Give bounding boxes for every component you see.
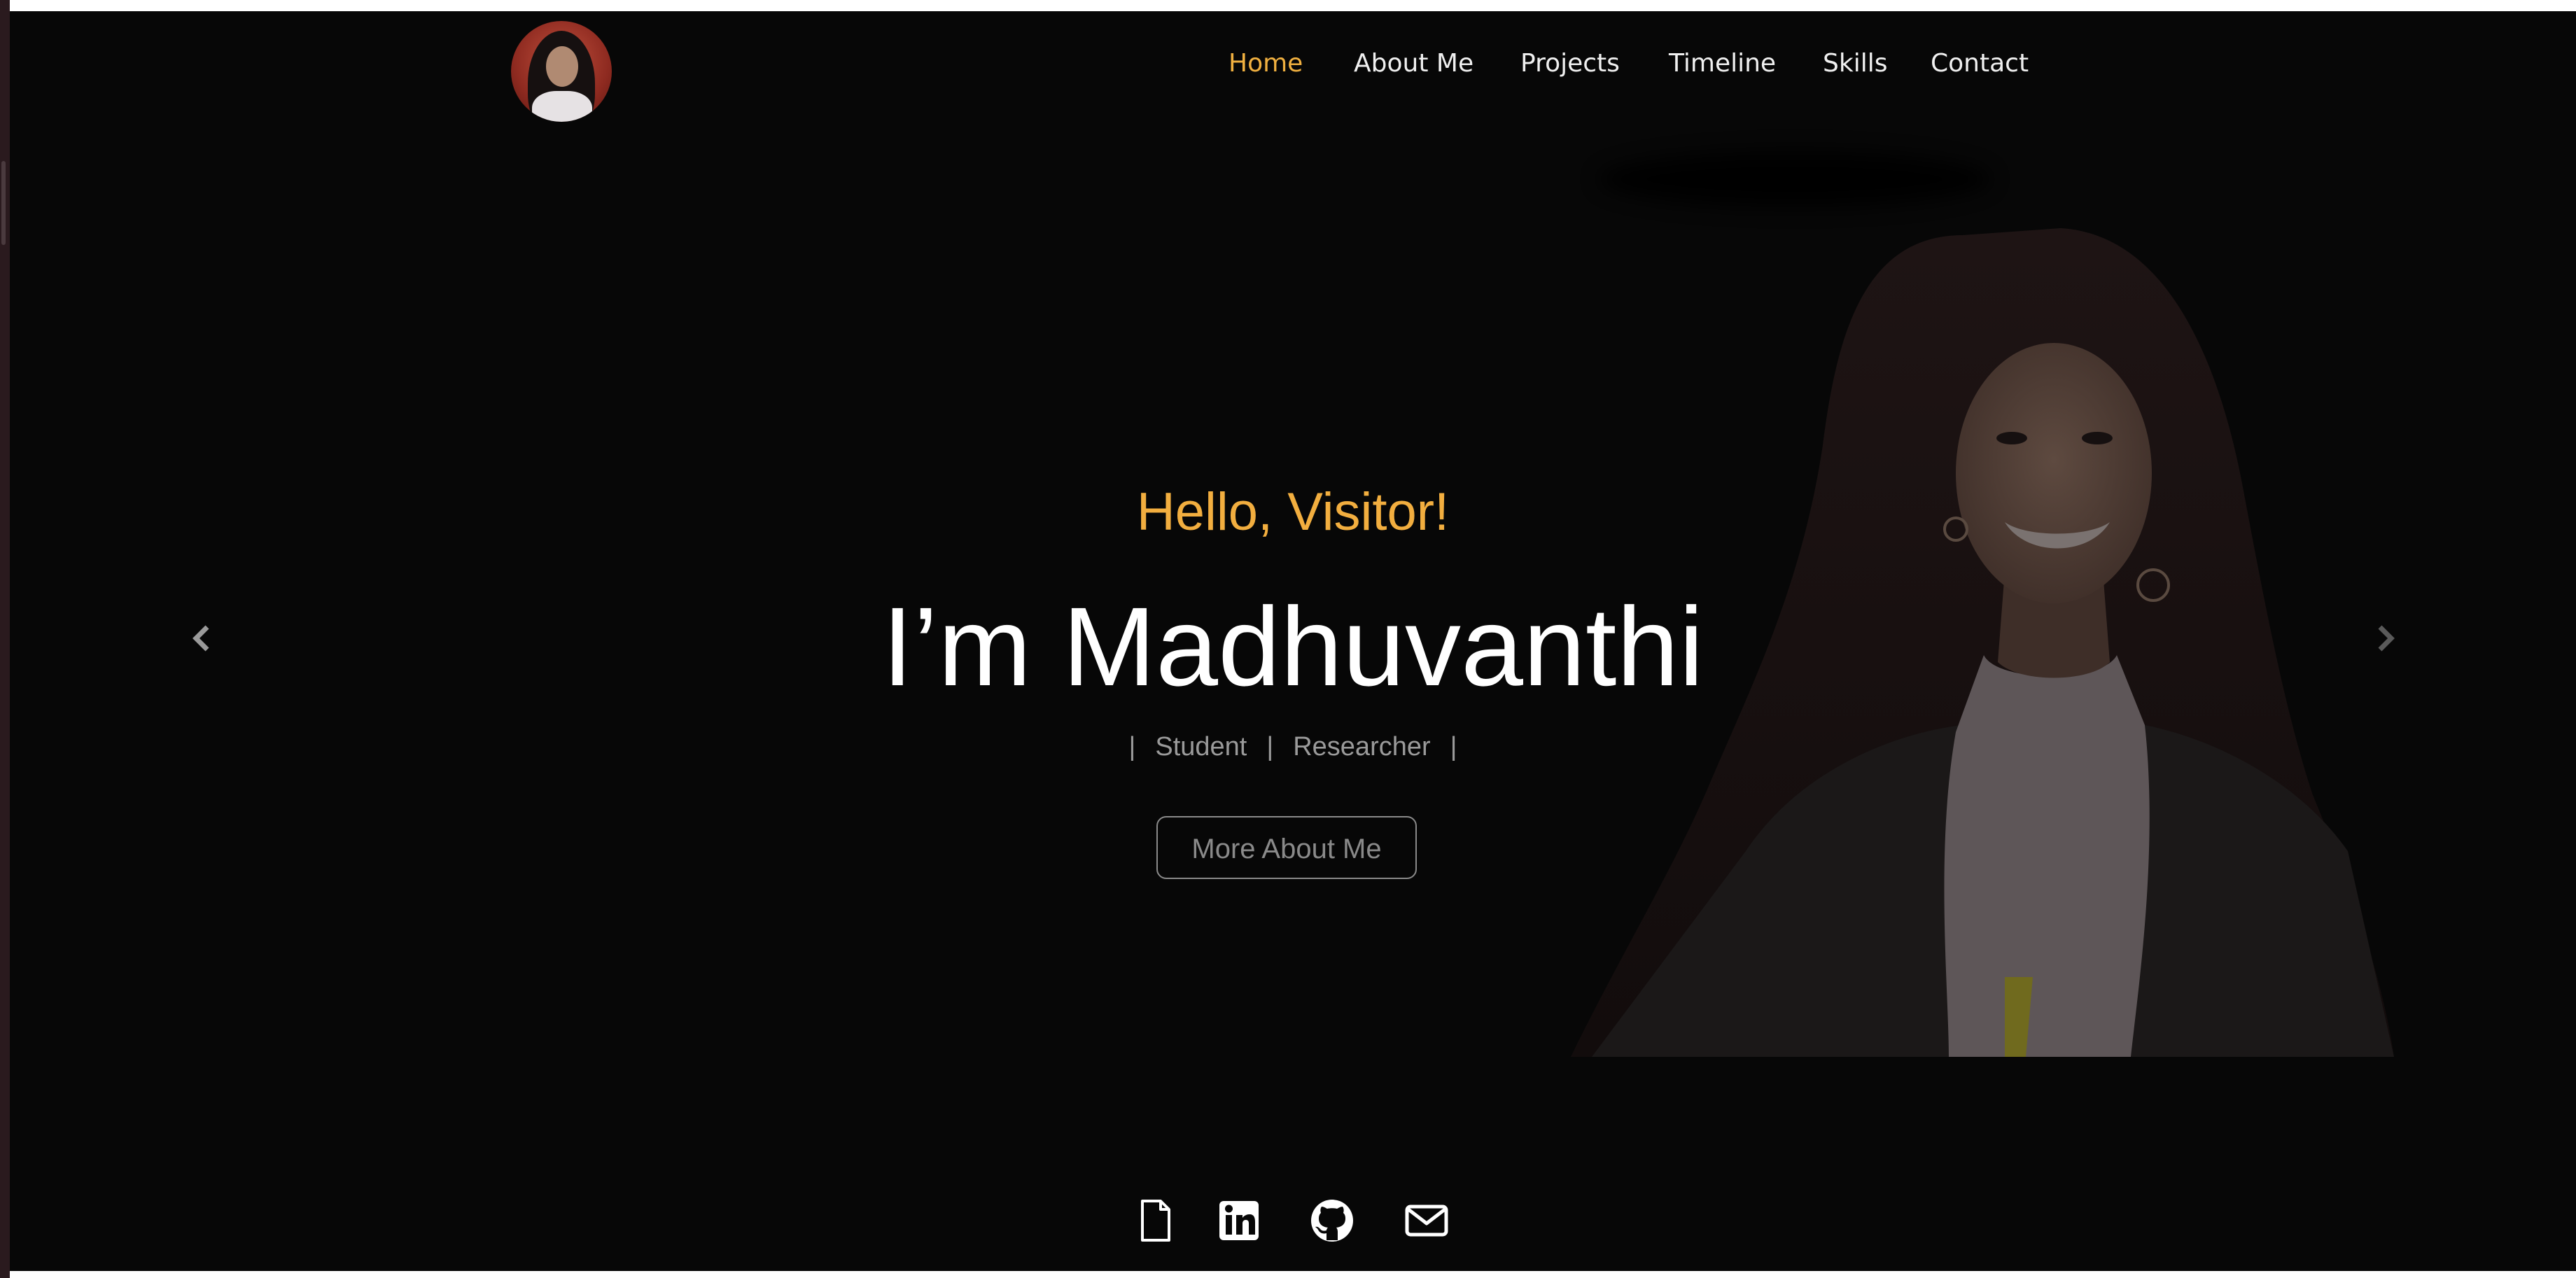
hero-roles: | Student | Researcher | — [10, 732, 2576, 762]
role-separator: | — [1450, 732, 1457, 761]
browser-viewport: Home About Me Projects Timeline Skills C… — [0, 0, 2576, 1278]
portfolio-page: Home About Me Projects Timeline Skills C… — [10, 11, 2576, 1271]
more-about-me-button[interactable]: More About Me — [1156, 816, 1417, 879]
github-icon[interactable] — [1310, 1198, 1354, 1243]
nav-timeline[interactable]: Timeline — [1669, 49, 1776, 78]
role-separator: | — [1266, 732, 1274, 761]
hero-headline: I’m Madhuvanthi — [882, 584, 1704, 709]
nav-home[interactable]: Home — [1228, 49, 1303, 78]
nav-skills[interactable]: Skills — [1823, 49, 1887, 78]
nav-about-me[interactable]: About Me — [1354, 49, 1474, 78]
nav-projects[interactable]: Projects — [1520, 49, 1620, 78]
mail-icon[interactable] — [1404, 1198, 1449, 1243]
role-separator: | — [1128, 732, 1136, 761]
linkedin-icon[interactable] — [1217, 1198, 1261, 1243]
document-icon[interactable] — [1133, 1198, 1177, 1243]
role-researcher: Researcher — [1293, 732, 1431, 761]
window-edge — [0, 0, 10, 1278]
scrollbar-thumb[interactable] — [1, 161, 6, 245]
hero-greeting: Hello, Visitor! — [1136, 482, 1450, 542]
nav-contact[interactable]: Contact — [1931, 49, 2029, 78]
profile-avatar[interactable] — [511, 21, 612, 122]
role-student: Student — [1155, 732, 1247, 761]
